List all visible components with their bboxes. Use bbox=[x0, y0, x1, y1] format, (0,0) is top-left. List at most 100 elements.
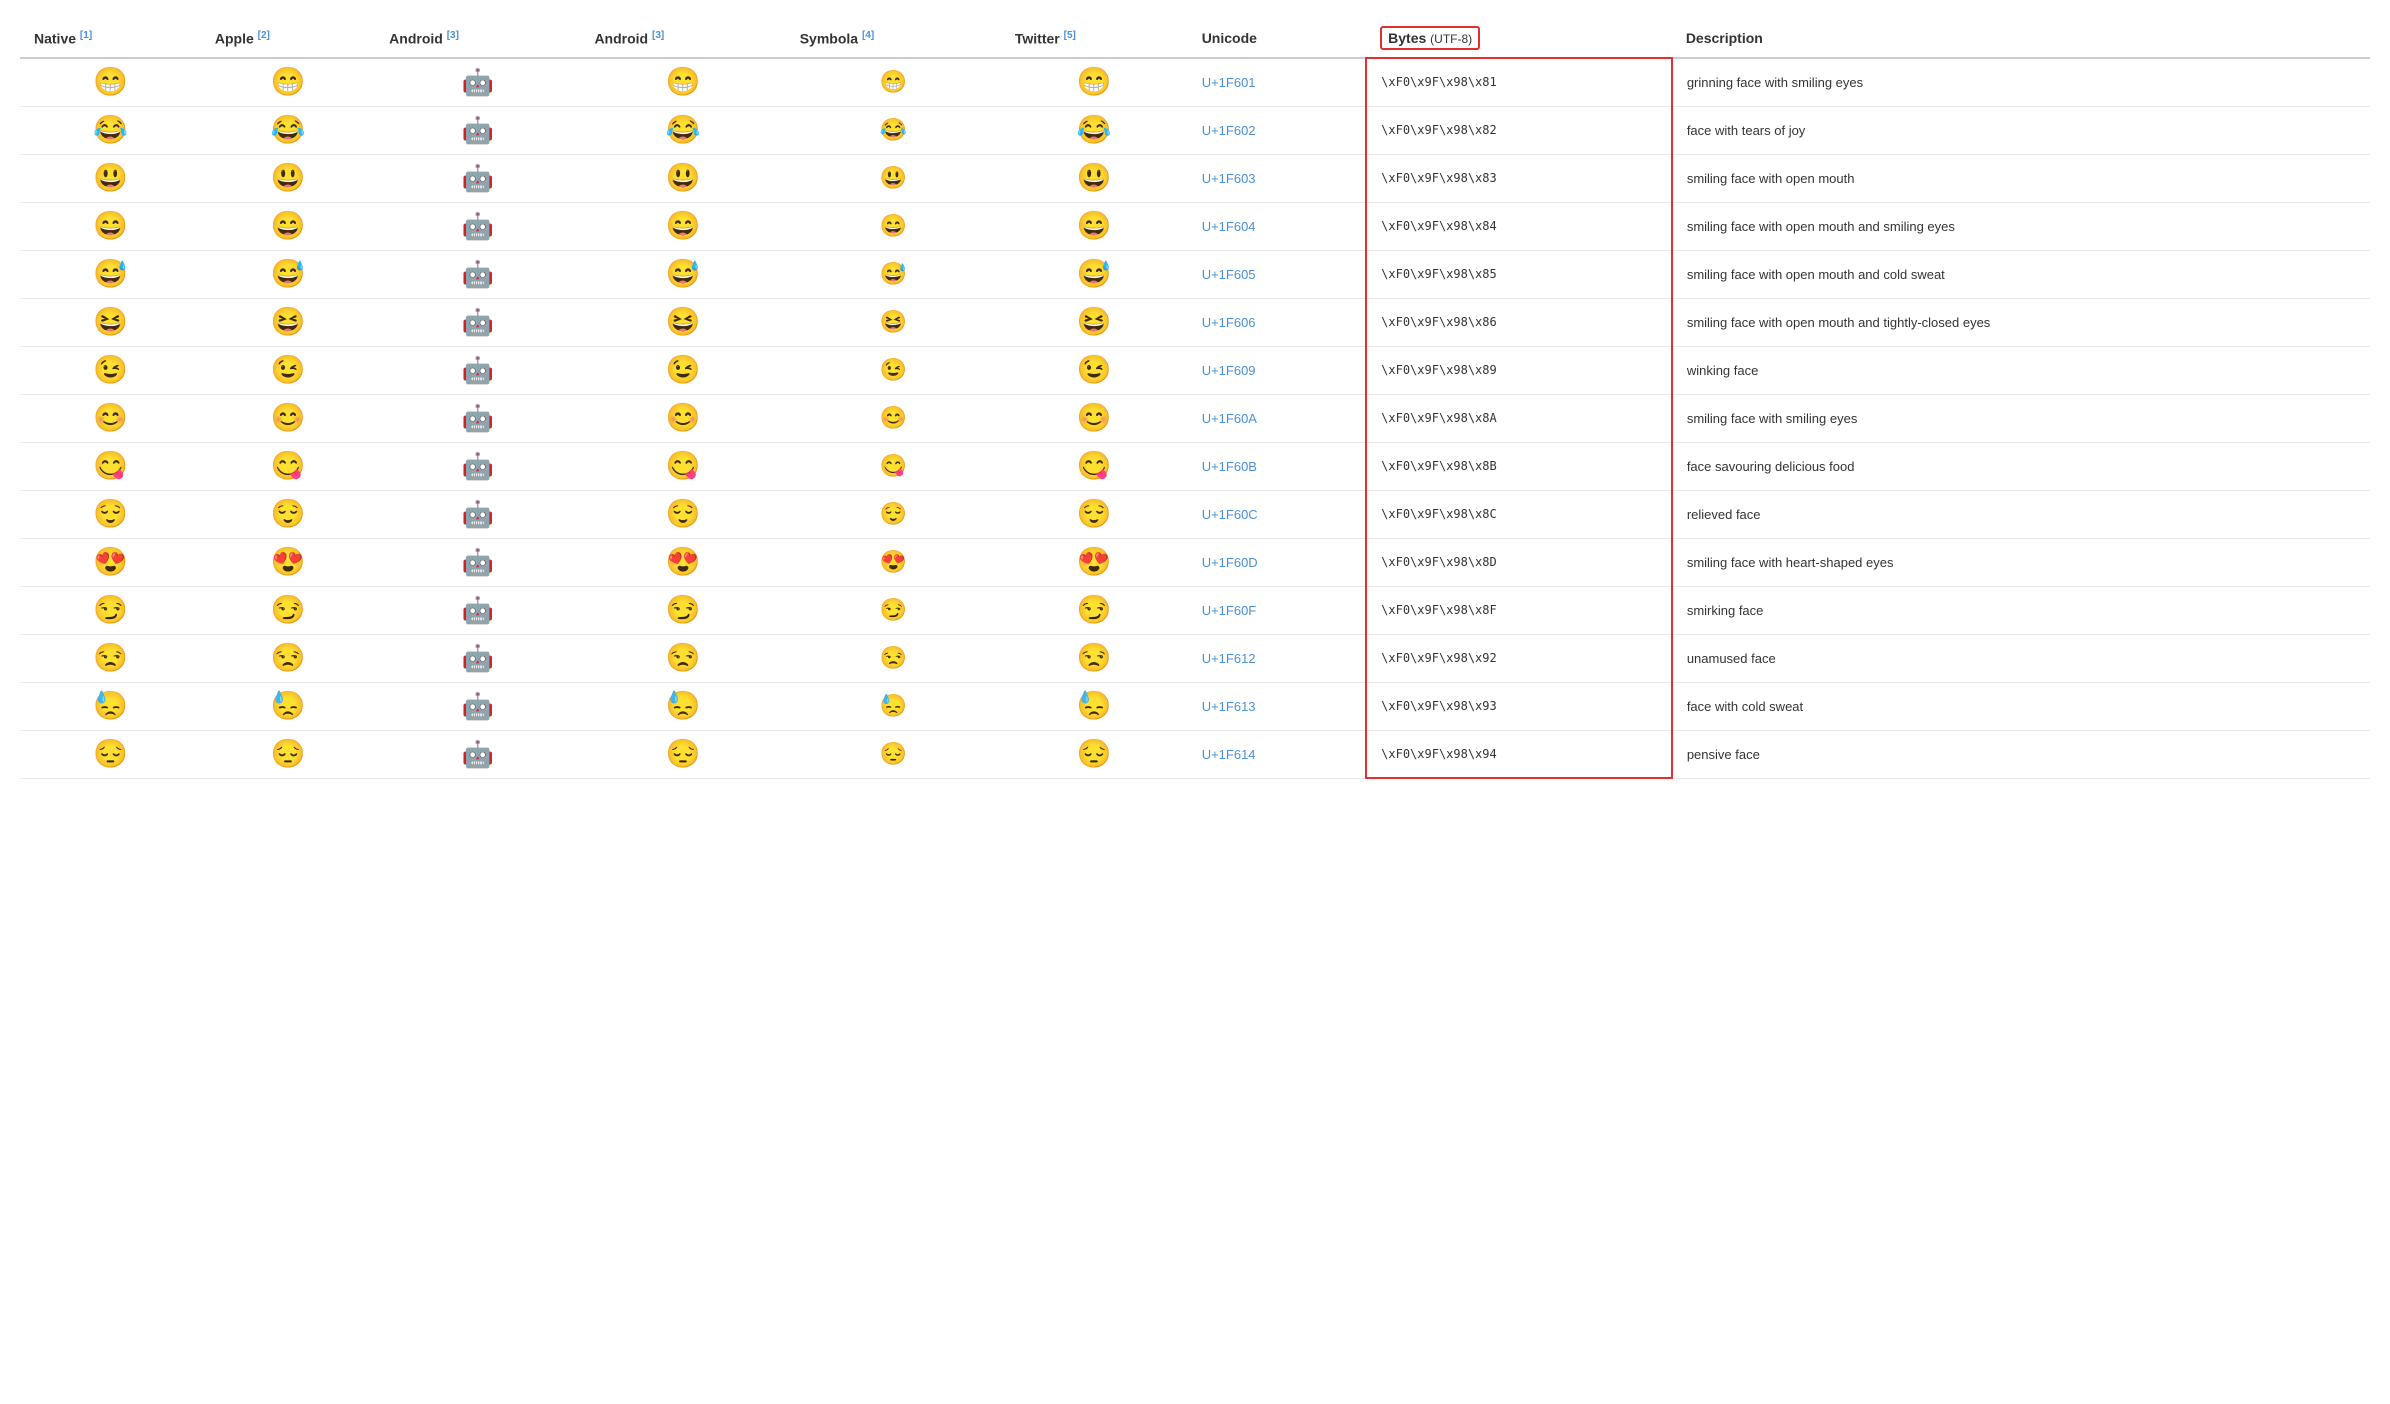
cell-android2: 😒 bbox=[580, 634, 785, 682]
cell-twitter: 😋 bbox=[1001, 442, 1188, 490]
cell-unicode[interactable]: U+1F606 bbox=[1188, 298, 1366, 346]
table-row: 😅😅🤖😅😅😅U+1F605\xF0\x9F\x98\x85smiling fac… bbox=[20, 250, 2370, 298]
cell-unicode[interactable]: U+1F613 bbox=[1188, 682, 1366, 730]
cell-android2: 😔 bbox=[580, 730, 785, 778]
cell-symbola: 😄 bbox=[786, 202, 1001, 250]
cell-native: 😒 bbox=[20, 634, 201, 682]
cell-bytes: \xF0\x9F\x98\x83 bbox=[1366, 154, 1672, 202]
cell-unicode[interactable]: U+1F612 bbox=[1188, 634, 1366, 682]
cell-android1: 🤖 bbox=[375, 154, 580, 202]
table-row: 😃😃🤖😃😃😃U+1F603\xF0\x9F\x98\x83smiling fac… bbox=[20, 154, 2370, 202]
cell-native: 😅 bbox=[20, 250, 201, 298]
table-row: 😋😋🤖😋😋😋U+1F60B\xF0\x9F\x98\x8Bface savour… bbox=[20, 442, 2370, 490]
android-robot-icon: 🤖 bbox=[462, 355, 494, 385]
table-body: 😁😁🤖😁😁😁U+1F601\xF0\x9F\x98\x81grinning fa… bbox=[20, 58, 2370, 779]
cell-android1: 🤖 bbox=[375, 58, 580, 107]
cell-native: 😁 bbox=[20, 58, 201, 107]
col-label-apple: Apple bbox=[215, 31, 254, 47]
unicode-link[interactable]: U+1F601 bbox=[1202, 75, 1256, 90]
table-row: 😉😉🤖😉😉😉U+1F609\xF0\x9F\x98\x89winking fac… bbox=[20, 346, 2370, 394]
cell-description: face savouring delicious food bbox=[1672, 442, 2370, 490]
cell-bytes: \xF0\x9F\x98\x89 bbox=[1366, 346, 1672, 394]
cell-unicode[interactable]: U+1F601 bbox=[1188, 58, 1366, 107]
cell-unicode[interactable]: U+1F60B bbox=[1188, 442, 1366, 490]
cell-twitter: 😅 bbox=[1001, 250, 1188, 298]
cell-android1: 🤖 bbox=[375, 730, 580, 778]
unicode-link[interactable]: U+1F614 bbox=[1202, 747, 1256, 762]
cell-description: winking face bbox=[1672, 346, 2370, 394]
cell-bytes: \xF0\x9F\x98\x8A bbox=[1366, 394, 1672, 442]
table-row: 😌😌🤖😌😌😌U+1F60C\xF0\x9F\x98\x8Crelieved fa… bbox=[20, 490, 2370, 538]
cell-description: unamused face bbox=[1672, 634, 2370, 682]
cell-unicode[interactable]: U+1F602 bbox=[1188, 106, 1366, 154]
unicode-link[interactable]: U+1F606 bbox=[1202, 315, 1256, 330]
table-row: 😒😒🤖😒😒😒U+1F612\xF0\x9F\x98\x92unamused fa… bbox=[20, 634, 2370, 682]
unicode-link[interactable]: U+1F612 bbox=[1202, 651, 1256, 666]
cell-apple: 😊 bbox=[201, 394, 375, 442]
cell-twitter: 😏 bbox=[1001, 586, 1188, 634]
unicode-link[interactable]: U+1F609 bbox=[1202, 363, 1256, 378]
header-row: Native [1] Apple [2] Android [3] Android… bbox=[20, 20, 2370, 58]
cell-native: 😃 bbox=[20, 154, 201, 202]
cell-unicode[interactable]: U+1F60F bbox=[1188, 586, 1366, 634]
col-sup-apple: [2] bbox=[258, 30, 270, 41]
cell-unicode[interactable]: U+1F60A bbox=[1188, 394, 1366, 442]
col-header-apple: Apple [2] bbox=[201, 20, 375, 58]
cell-symbola: 😁 bbox=[786, 58, 1001, 107]
cell-apple: 😄 bbox=[201, 202, 375, 250]
cell-bytes: \xF0\x9F\x98\x8D bbox=[1366, 538, 1672, 586]
android-robot-icon: 🤖 bbox=[462, 691, 494, 721]
unicode-link[interactable]: U+1F60D bbox=[1202, 555, 1258, 570]
cell-symbola: 😋 bbox=[786, 442, 1001, 490]
unicode-link[interactable]: U+1F60A bbox=[1202, 411, 1257, 426]
col-label-unicode: Unicode bbox=[1202, 30, 1257, 46]
col-header-bytes: Bytes (UTF-8) bbox=[1366, 20, 1672, 58]
cell-android2: 😆 bbox=[580, 298, 785, 346]
col-sup-native: [1] bbox=[80, 30, 92, 41]
cell-unicode[interactable]: U+1F614 bbox=[1188, 730, 1366, 778]
unicode-link[interactable]: U+1F60C bbox=[1202, 507, 1258, 522]
cell-native: 😔 bbox=[20, 730, 201, 778]
unicode-link[interactable]: U+1F604 bbox=[1202, 219, 1256, 234]
cell-bytes: \xF0\x9F\x98\x8F bbox=[1366, 586, 1672, 634]
unicode-link[interactable]: U+1F605 bbox=[1202, 267, 1256, 282]
cell-unicode[interactable]: U+1F609 bbox=[1188, 346, 1366, 394]
android-robot-icon: 🤖 bbox=[462, 499, 494, 529]
cell-description: pensive face bbox=[1672, 730, 2370, 778]
unicode-link[interactable]: U+1F603 bbox=[1202, 171, 1256, 186]
cell-twitter: 😂 bbox=[1001, 106, 1188, 154]
cell-native: 😄 bbox=[20, 202, 201, 250]
col-label-android1: Android bbox=[389, 31, 443, 47]
cell-native: 😓 bbox=[20, 682, 201, 730]
cell-bytes: \xF0\x9F\x98\x84 bbox=[1366, 202, 1672, 250]
cell-unicode[interactable]: U+1F60C bbox=[1188, 490, 1366, 538]
cell-unicode[interactable]: U+1F604 bbox=[1188, 202, 1366, 250]
cell-description: smiling face with open mouth and smiling… bbox=[1672, 202, 2370, 250]
cell-android2: 😉 bbox=[580, 346, 785, 394]
cell-apple: 😉 bbox=[201, 346, 375, 394]
cell-unicode[interactable]: U+1F605 bbox=[1188, 250, 1366, 298]
cell-android1: 🤖 bbox=[375, 538, 580, 586]
table-row: 😓😓🤖😓😓😓U+1F613\xF0\x9F\x98\x93face with c… bbox=[20, 682, 2370, 730]
cell-android2: 😍 bbox=[580, 538, 785, 586]
unicode-link[interactable]: U+1F60B bbox=[1202, 459, 1257, 474]
table-row: 😔😔🤖😔😔😔U+1F614\xF0\x9F\x98\x94pensive fac… bbox=[20, 730, 2370, 778]
cell-description: smiling face with smiling eyes bbox=[1672, 394, 2370, 442]
unicode-link[interactable]: U+1F602 bbox=[1202, 123, 1256, 138]
cell-android2: 😂 bbox=[580, 106, 785, 154]
cell-android1: 🤖 bbox=[375, 202, 580, 250]
col-label-twitter: Twitter bbox=[1015, 31, 1060, 47]
cell-symbola: 😃 bbox=[786, 154, 1001, 202]
table-row: 😆😆🤖😆😆😆U+1F606\xF0\x9F\x98\x86smiling fac… bbox=[20, 298, 2370, 346]
cell-twitter: 😆 bbox=[1001, 298, 1188, 346]
cell-bytes: \xF0\x9F\x98\x81 bbox=[1366, 58, 1672, 107]
cell-symbola: 😂 bbox=[786, 106, 1001, 154]
unicode-link[interactable]: U+1F60F bbox=[1202, 603, 1257, 618]
cell-description: face with cold sweat bbox=[1672, 682, 2370, 730]
cell-symbola: 😊 bbox=[786, 394, 1001, 442]
cell-native: 😉 bbox=[20, 346, 201, 394]
col-label-android2: Android bbox=[594, 31, 648, 47]
cell-unicode[interactable]: U+1F603 bbox=[1188, 154, 1366, 202]
unicode-link[interactable]: U+1F613 bbox=[1202, 699, 1256, 714]
cell-unicode[interactable]: U+1F60D bbox=[1188, 538, 1366, 586]
